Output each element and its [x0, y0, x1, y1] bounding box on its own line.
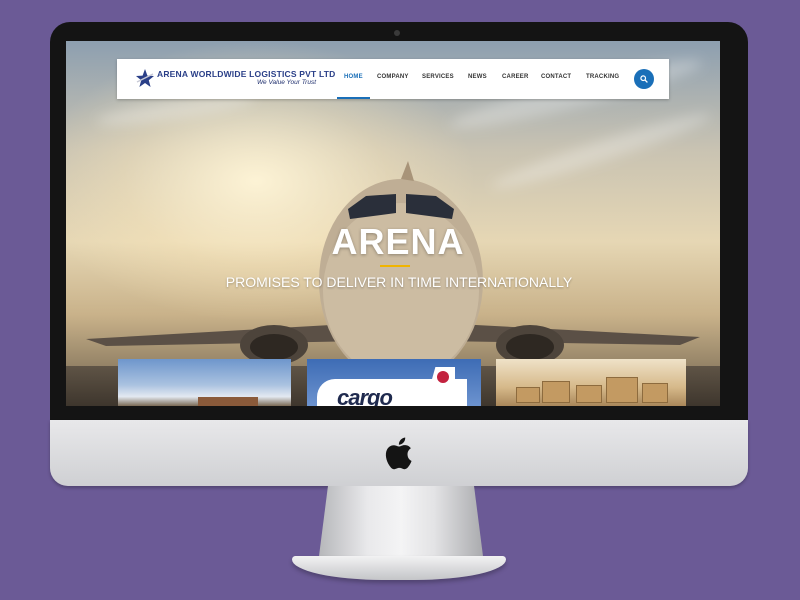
camera-icon	[394, 30, 400, 36]
star-logo-icon	[136, 69, 154, 87]
warehouse-box	[606, 377, 638, 403]
website-screen: ARENA WORLDWIDE LOGISTICS PVT LTD We Val…	[66, 41, 720, 406]
nav-tracking[interactable]: TRACKING	[586, 74, 619, 80]
monitor-stand	[318, 486, 484, 564]
service-card-sky[interactable]	[118, 359, 291, 406]
nav-services[interactable]: SERVICES	[422, 74, 454, 80]
monitor-stand-base	[292, 556, 506, 580]
warehouse-box	[542, 381, 570, 403]
warehouse-box	[576, 385, 602, 403]
nav-news[interactable]: NEWS	[468, 74, 487, 80]
search-icon	[640, 75, 648, 83]
warehouse-box	[642, 383, 668, 403]
brand-tagline: We Value Your Trust	[257, 79, 317, 86]
service-card-cargo-plane[interactable]: cargo	[307, 359, 481, 406]
nav-career[interactable]: CAREER	[502, 74, 529, 80]
hero-title: ARENA	[331, 221, 465, 262]
search-button[interactable]	[634, 69, 654, 89]
nav-company[interactable]: COMPANY	[377, 74, 409, 80]
hero-divider	[380, 265, 410, 267]
hero-subtitle: PROMISES TO DELIVER IN TIME INTERNATIONA…	[225, 274, 573, 290]
cargo-containers-image	[198, 397, 258, 406]
nav-contact[interactable]: CONTACT	[541, 74, 571, 80]
nav-home[interactable]: HOME	[344, 74, 363, 80]
brand-name[interactable]: ARENA WORLDWIDE LOGISTICS PVT LTD	[157, 69, 335, 79]
cargo-plane-livery-text: cargo	[337, 385, 393, 406]
warehouse-box	[516, 387, 540, 403]
nav-active-indicator	[337, 97, 370, 99]
site-navbar: ARENA WORLDWIDE LOGISTICS PVT LTD We Val…	[117, 59, 669, 99]
apple-logo-icon	[385, 437, 412, 470]
tail-logo-icon	[437, 371, 449, 383]
presentation-stage: ARENA WORLDWIDE LOGISTICS PVT LTD We Val…	[0, 0, 800, 600]
service-card-warehouse[interactable]	[496, 359, 686, 406]
